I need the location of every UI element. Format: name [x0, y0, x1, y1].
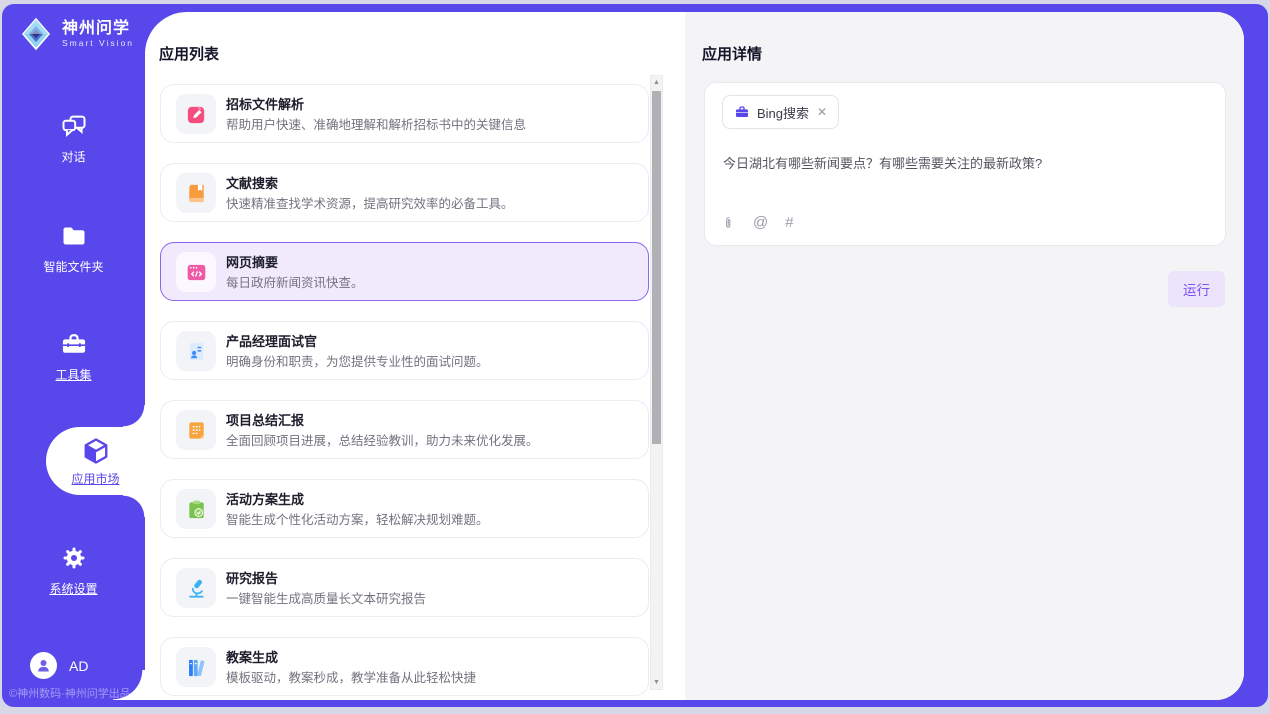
- browser-code-icon: [176, 252, 216, 292]
- user-label: AD: [69, 658, 88, 674]
- app-list: 招标文件解析 帮助用户快速、准确地理解和解析招标书中的关键信息 文献搜索 快速精…: [160, 84, 649, 699]
- list-scrollbar: ▲ ▼: [650, 75, 663, 690]
- query-card[interactable]: Bing搜索 ✕ 今日湖北有哪些新闻要点？有哪些需要关注的最新政策? @ #: [704, 82, 1226, 246]
- app-card-desc: 一键智能生成高质量长文本研究报告: [226, 588, 426, 607]
- user-avatar-icon: [30, 652, 57, 679]
- app-card-title: 文献搜索: [226, 173, 278, 192]
- close-icon[interactable]: ✕: [816, 105, 828, 119]
- app-card-web-summary[interactable]: 网页摘要 每日政府新闻资讯快查。: [160, 242, 649, 301]
- sidebar-item-label: 智能文件夹: [43, 258, 103, 275]
- app-card-title: 活动方案生成: [226, 489, 304, 508]
- paperclip-icon[interactable]: [722, 215, 736, 231]
- clipboard-check-icon: [176, 489, 216, 529]
- app-card-literature-search[interactable]: 文献搜索 快速精准查找学术资源，提高研究效率的必备工具。: [160, 163, 649, 222]
- app-detail-title: 应用详情: [702, 43, 762, 64]
- content-panel: 应用列表 招标文件解析 帮助用户快速、准确地理解和解析招标书中的关键信息: [145, 12, 1244, 700]
- app-card-title: 招标文件解析: [226, 94, 304, 113]
- app-card-lesson-plan[interactable]: 教案生成 模板驱动，教案秒成，教学准备从此轻松快捷: [160, 637, 649, 696]
- app-window: 神州问学 Smart Vision 对话 智能文件夹: [2, 4, 1268, 707]
- gear-icon: [60, 544, 88, 572]
- chat-icon: [60, 112, 88, 140]
- run-button[interactable]: 运行: [1168, 271, 1225, 307]
- tool-tag-bing-search[interactable]: Bing搜索 ✕: [722, 95, 839, 129]
- app-card-research-report[interactable]: 研究报告 一键智能生成高质量长文本研究报告: [160, 558, 649, 617]
- sidebar-item-label: 对话: [61, 148, 85, 165]
- app-card-event-plan[interactable]: 活动方案生成 智能生成个性化活动方案，轻松解决规划难题。: [160, 479, 649, 538]
- scroll-down-icon[interactable]: ▼: [651, 676, 662, 689]
- brand-logo-icon: [18, 16, 54, 52]
- book-icon: [176, 173, 216, 213]
- brand-subtitle: Smart Vision: [62, 38, 134, 48]
- app-card-desc: 明确身份和职责，为您提供专业性的面试问题。: [226, 351, 489, 370]
- sidebar: 神州问学 Smart Vision 对话 智能文件夹: [2, 4, 145, 707]
- app-card-title: 项目总结汇报: [226, 410, 304, 429]
- app-card-desc: 智能生成个性化活动方案，轻松解决规划难题。: [226, 509, 489, 528]
- panel-corner-decor: [113, 670, 145, 700]
- query-text[interactable]: 今日湖北有哪些新闻要点？有哪些需要关注的最新政策?: [723, 153, 1209, 172]
- brand-name: 神州问学: [62, 20, 134, 38]
- resume-icon: [176, 331, 216, 371]
- books-icon: [176, 647, 216, 687]
- toolbox-icon: [60, 330, 88, 358]
- app-card-desc: 全面回顾项目进展，总结经验教训，助力未来优化发展。: [226, 430, 539, 449]
- query-toolbar: @ #: [722, 215, 794, 231]
- brand: 神州问学 Smart Vision: [18, 16, 134, 52]
- app-card-title: 研究报告: [226, 568, 278, 587]
- app-card-pm-interviewer[interactable]: 产品经理面试官 明确身份和职责，为您提供专业性的面试问题。: [160, 321, 649, 380]
- sidebar-item-label: 系统设置: [49, 580, 97, 597]
- app-card-bid-analysis[interactable]: 招标文件解析 帮助用户快速、准确地理解和解析招标书中的关键信息: [160, 84, 649, 143]
- app-card-title: 网页摘要: [226, 252, 278, 271]
- folder-icon: [60, 222, 88, 250]
- app-list-title: 应用列表: [159, 43, 219, 64]
- sidebar-item-settings[interactable]: 系统设置: [2, 544, 145, 597]
- sidebar-item-label: 应用市场: [71, 470, 119, 487]
- sidebar-item-chat[interactable]: 对话: [2, 112, 145, 165]
- sidebar-item-toolset[interactable]: 工具集: [2, 330, 145, 383]
- sidebar-active-indicator: 应用市场: [46, 427, 145, 495]
- scroll-up-icon[interactable]: ▲: [651, 76, 662, 89]
- microscope-icon: [176, 568, 216, 608]
- user-account[interactable]: AD: [30, 652, 88, 679]
- app-card-desc: 快速精准查找学术资源，提高研究效率的必备工具。: [226, 193, 514, 212]
- hash-icon[interactable]: #: [785, 215, 793, 231]
- app-card-project-summary[interactable]: 项目总结汇报 全面回顾项目进展，总结经验教训，助力未来优化发展。: [160, 400, 649, 459]
- sidebar-item-smart-folder[interactable]: 智能文件夹: [2, 222, 145, 275]
- sidebar-item-app-market[interactable]: 应用市场: [46, 427, 145, 495]
- app-card-title: 教案生成: [226, 647, 278, 666]
- edit-document-icon: [176, 94, 216, 134]
- detail-panel: 应用详情 Bing搜索 ✕ 今日湖北有哪些新闻要点？有哪些需要关注的最新政策?: [685, 12, 1244, 700]
- briefcase-icon: [734, 104, 750, 120]
- app-card-desc: 模板驱动，教案秒成，教学准备从此轻松快捷: [226, 667, 476, 686]
- app-card-desc: 每日政府新闻资讯快查。: [226, 272, 364, 291]
- note-icon: [176, 410, 216, 450]
- cube-icon: [81, 436, 111, 466]
- at-icon[interactable]: @: [753, 215, 768, 231]
- tool-tag-label: Bing搜索: [757, 103, 809, 122]
- app-card-desc: 帮助用户快速、准确地理解和解析招标书中的关键信息: [226, 114, 526, 133]
- sidebar-item-label: 工具集: [55, 366, 91, 383]
- app-card-title: 产品经理面试官: [226, 331, 317, 350]
- scrollbar-thumb[interactable]: [652, 91, 661, 444]
